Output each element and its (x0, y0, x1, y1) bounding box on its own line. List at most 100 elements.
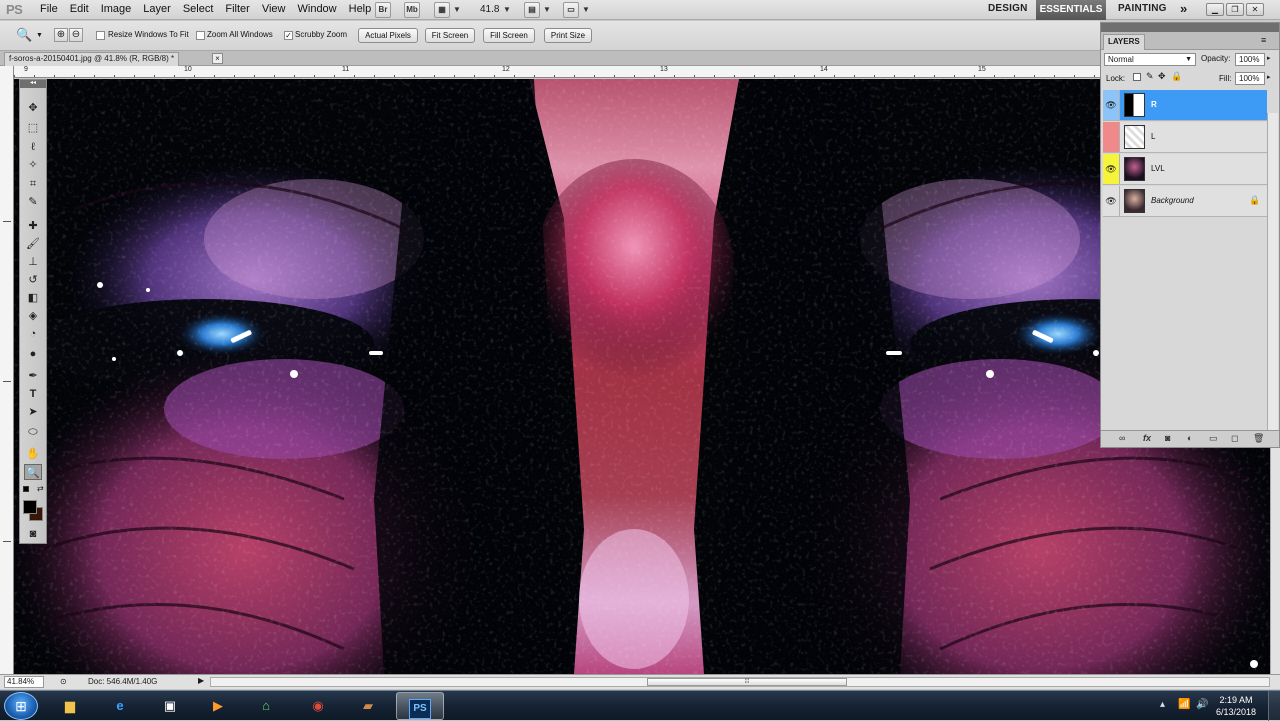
doc-size-info[interactable]: Doc: 546.4M/1.40G (88, 677, 157, 686)
foreground-color-swatch[interactable] (23, 500, 37, 514)
zoom-tool-icon[interactable]: 🔍 (16, 27, 32, 43)
workspace-design[interactable]: DESIGN (988, 3, 1028, 14)
dodge-tool-icon[interactable]: ◔ (24, 326, 42, 342)
document-canvas[interactable] (14, 79, 1270, 674)
link-layers-icon[interactable]: ∞ (1119, 433, 1125, 443)
menu-file[interactable]: File (40, 3, 66, 15)
print-size-button[interactable]: Print Size (544, 28, 592, 43)
zoom-tool-icon[interactable]: 🔍 (24, 464, 42, 480)
history-brush-tool-icon[interactable]: ↺ (24, 272, 42, 288)
blur-tool-icon[interactable]: ● (24, 346, 42, 362)
panel-menu-icon[interactable]: ≡ (1261, 35, 1266, 45)
menu-window[interactable]: Window (298, 3, 345, 15)
crop-tool-icon[interactable]: ⌗ (24, 176, 42, 192)
lock-position-icon[interactable]: ✥ (1158, 71, 1166, 82)
layer-row-lvl[interactable]: 👁 LVL (1103, 154, 1267, 185)
new-group-icon[interactable]: ▭ (1209, 433, 1218, 444)
lock-all-icon[interactable]: 🔒 (1171, 71, 1182, 82)
pen-tool-icon[interactable]: ✒ (24, 368, 42, 384)
quick-selection-tool-icon[interactable]: ✧ (24, 157, 42, 173)
zoom-in-button[interactable]: ⊕ (54, 28, 68, 42)
show-desktop-button[interactable] (1268, 691, 1280, 721)
menu-layer[interactable]: Layer (143, 3, 179, 15)
more-workspaces-button[interactable]: » (1180, 1, 1187, 16)
volume-icon[interactable]: 🔊 (1196, 699, 1208, 710)
menu-edit[interactable]: Edit (70, 3, 97, 15)
resize-windows-checkbox[interactable] (96, 31, 105, 40)
hand-tool-icon[interactable]: ✋ (24, 446, 42, 462)
tray-arrow-icon[interactable]: ▴ (1160, 699, 1165, 710)
taskbar-explorer[interactable]: ▆ (46, 692, 94, 720)
close-window-button[interactable]: ✕ (1246, 3, 1264, 16)
eye-icon[interactable]: 👁 (1103, 154, 1120, 184)
menu-image[interactable]: Image (101, 3, 140, 15)
panel-grip[interactable]: ◂◂ (20, 80, 46, 88)
menu-select[interactable]: Select (183, 3, 222, 15)
paint-bucket-tool-icon[interactable]: ◈ (24, 308, 42, 324)
healing-brush-tool-icon[interactable]: ✚ (24, 218, 42, 234)
layer-style-icon[interactable]: fx (1143, 433, 1151, 443)
chevron-down-icon[interactable]: ▼ (503, 5, 511, 14)
chevron-right-icon[interactable]: ▶ (198, 676, 204, 685)
chevron-down-icon[interactable]: ▼ (453, 5, 461, 14)
scrubby-zoom-checkbox[interactable]: ✓ (284, 31, 293, 40)
menu-filter[interactable]: Filter (225, 3, 257, 15)
eraser-tool-icon[interactable]: ◧ (24, 290, 42, 306)
default-colors-icon[interactable] (23, 486, 29, 492)
trash-icon[interactable]: 🗑 (1253, 433, 1264, 444)
minibridge-button[interactable]: Mb (404, 2, 420, 18)
taskbar-computer[interactable]: ▣ (146, 692, 194, 720)
adjustment-layer-icon[interactable]: ◐ (1187, 433, 1192, 443)
lock-paint-icon[interactable]: ✎ (1146, 71, 1154, 82)
chevron-down-icon[interactable]: ▼ (543, 5, 551, 14)
eye-icon[interactable]: 👁 (1103, 186, 1120, 216)
layer-row-r[interactable]: 👁 R (1103, 90, 1267, 121)
close-document-button[interactable]: × (212, 53, 223, 64)
horizontal-ruler[interactable]: 9 10 11 12 13 14 15 (14, 66, 1100, 78)
path-selection-tool-icon[interactable]: ➤ (24, 404, 42, 420)
workspace-essentials[interactable]: ESSENTIALS (1036, 0, 1106, 20)
marquee-tool-icon[interactable]: ⬚ (24, 120, 42, 136)
fill-screen-button[interactable]: Fill Screen (483, 28, 535, 43)
document-tab[interactable]: f-soros-a-20150401.jpg @ 41.8% (R, RGB/8… (4, 52, 180, 66)
taskbar-chrome[interactable]: ◉ (294, 692, 342, 720)
blend-mode-select[interactable]: Normal ▼ (1104, 53, 1196, 66)
quick-mask-icon[interactable]: ◙ (24, 526, 42, 542)
chevron-down-icon[interactable]: ▼ (582, 5, 590, 14)
workspace-painting[interactable]: PAINTING (1118, 3, 1167, 14)
layer-row-l[interactable]: L (1103, 122, 1267, 153)
canvas-horizontal-scrollbar[interactable]: ⁞⁞⁞ (210, 677, 1270, 687)
vertical-ruler[interactable] (0, 66, 14, 674)
lasso-tool-icon[interactable]: ℓ (24, 139, 42, 155)
eyedropper-tool-icon[interactable]: ✎ (24, 194, 42, 210)
brush-tool-icon[interactable]: 🖌 (24, 236, 42, 252)
bridge-button[interactable]: Br (375, 2, 391, 18)
layer-mask-icon[interactable]: ◙ (1165, 433, 1170, 443)
chevron-right-icon[interactable]: ▸ (1267, 54, 1271, 62)
swap-colors-icon[interactable]: ⇄ (37, 484, 44, 493)
tab-layers[interactable]: LAYERS (1103, 34, 1145, 50)
lock-transparency-icon[interactable] (1133, 73, 1141, 81)
taskbar-app[interactable]: ⌂ (242, 692, 290, 720)
clone-stamp-tool-icon[interactable]: ⊥ (24, 254, 42, 270)
view-extras-button[interactable]: ▦ (434, 2, 450, 18)
panel-grip[interactable] (1101, 23, 1279, 32)
new-layer-icon[interactable]: ◻ (1231, 433, 1238, 444)
scrollbar-thumb[interactable]: ⁞⁞⁞ (647, 678, 847, 686)
system-clock[interactable]: 2:19 AM 6/13/2018 (1212, 694, 1260, 718)
fit-screen-button[interactable]: Fit Screen (425, 28, 475, 43)
zoom-all-windows-checkbox[interactable] (196, 31, 205, 40)
ellipse-tool-icon[interactable]: ⬭ (24, 424, 42, 440)
restore-button[interactable]: ❐ (1226, 3, 1244, 16)
taskbar-ie[interactable]: e (96, 692, 144, 720)
taskbar-photoshop[interactable]: PS (396, 692, 444, 720)
move-tool-icon[interactable]: ✥ (24, 100, 42, 116)
zoom-input[interactable]: 41.84% (4, 676, 44, 688)
zoom-level-display[interactable]: 41.8 (480, 4, 499, 15)
chevron-down-icon[interactable]: ▼ (36, 32, 43, 39)
eye-icon[interactable]: 👁 (1103, 90, 1120, 120)
layers-scrollbar[interactable] (1267, 113, 1278, 443)
taskbar-media-player[interactable]: ▶ (194, 692, 242, 720)
layer-color-tag[interactable] (1103, 122, 1120, 152)
actual-pixels-button[interactable]: Actual Pixels (358, 28, 418, 43)
